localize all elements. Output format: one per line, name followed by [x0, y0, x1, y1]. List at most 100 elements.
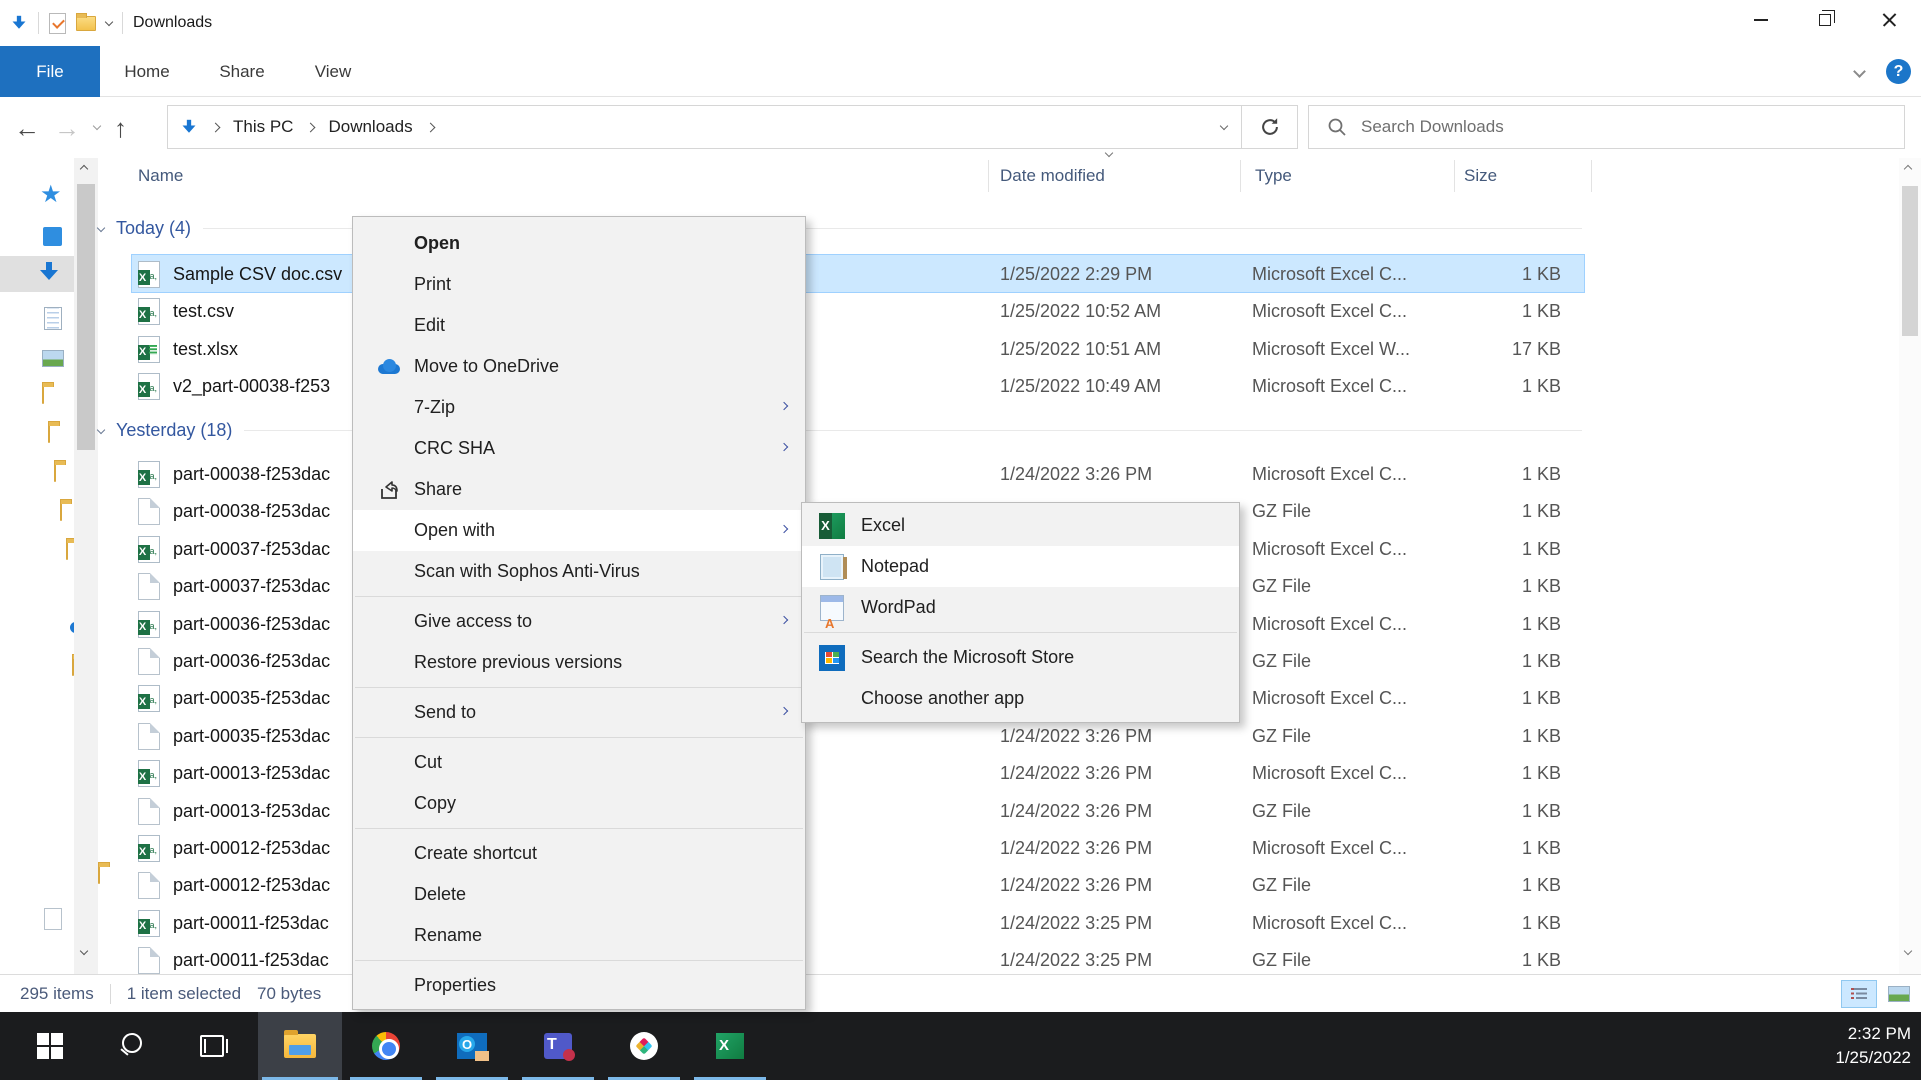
menu-item-open[interactable]: Open — [353, 223, 805, 264]
file-row[interactable]: part-00012-f253dac1/24/2022 3:26 PMGZ Fi… — [98, 867, 1588, 904]
submenu-item-search-the-microsoft-store[interactable]: Search the Microsoft Store — [802, 637, 1239, 678]
refresh-button[interactable] — [1241, 106, 1297, 148]
breadcrumb-downloads[interactable]: Downloads — [328, 117, 412, 137]
recent-locations-chevron-icon[interactable] — [93, 121, 101, 129]
column-header-name[interactable]: Name — [138, 166, 183, 186]
file-row[interactable]: Xa,v2_part-00038-f2531/25/2022 10:49 AMM… — [98, 368, 1588, 405]
menu-item-edit[interactable]: Edit — [353, 305, 805, 346]
close-button[interactable] — [1857, 0, 1921, 40]
group-header-yesterday-18[interactable]: Yesterday (18) — [98, 411, 1588, 449]
tab-home[interactable]: Home — [104, 46, 190, 97]
menu-item-crc-sha[interactable]: CRC SHA — [353, 428, 805, 469]
submenu-item-wordpad[interactable]: WordPad — [802, 587, 1239, 628]
menu-item-create-shortcut[interactable]: Create shortcut — [353, 833, 805, 874]
help-icon[interactable]: ? — [1886, 59, 1911, 84]
restore-button[interactable] — [1793, 0, 1857, 40]
menu-item-delete[interactable]: Delete — [353, 874, 805, 915]
column-divider[interactable] — [988, 160, 989, 192]
address-bar[interactable]: This PC Downloads — [167, 105, 1298, 149]
breadcrumb-this-pc[interactable]: This PC — [233, 117, 293, 137]
taskbar-task-view-button[interactable] — [172, 1012, 252, 1080]
submenu-item-notepad[interactable]: Notepad — [802, 546, 1239, 587]
scroll-up-icon[interactable] — [1904, 165, 1912, 173]
file-row[interactable]: Xa,Sample CSV doc.csv1/25/2022 2:29 PMMi… — [98, 256, 1588, 293]
menu-item-cut[interactable]: Cut — [353, 742, 805, 783]
taskbar: 2:32 PM 1/25/2022 — [0, 1012, 1921, 1080]
menu-item-label: Send to — [414, 702, 476, 722]
file-row[interactable]: Xtest.xlsx1/25/2022 10:51 AMMicrosoft Ex… — [98, 331, 1588, 368]
scroll-up-icon[interactable] — [80, 165, 88, 173]
taskbar-search-button[interactable] — [92, 1012, 172, 1080]
submenu-item-excel[interactable]: Excel — [802, 505, 1239, 546]
taskbar-outlook-button[interactable] — [432, 1012, 512, 1080]
menu-item-copy[interactable]: Copy — [353, 783, 805, 824]
forward-button[interactable]: → — [54, 115, 80, 141]
tab-file[interactable]: File — [0, 46, 100, 97]
downloads-folder-icon — [183, 120, 196, 134]
menu-item-print[interactable]: Print — [353, 264, 805, 305]
taskbar-file-explorer-button[interactable] — [258, 1012, 342, 1080]
submenu-arrow-icon — [780, 402, 788, 410]
taskbar-teams-button[interactable] — [518, 1012, 598, 1080]
large-icons-view-button[interactable] — [1881, 980, 1917, 1008]
details-view-button[interactable] — [1841, 980, 1877, 1008]
filetype-mark: a, — [149, 845, 157, 855]
breadcrumb-chevron-icon[interactable] — [211, 122, 221, 132]
search-box[interactable]: Search Downloads — [1308, 105, 1905, 149]
menu-item-move-to-onedrive[interactable]: Move to OneDrive — [353, 346, 805, 387]
taskbar-clock[interactable]: 2:32 PM 1/25/2022 — [1835, 1012, 1911, 1080]
up-button[interactable]: ↑ — [114, 115, 127, 141]
column-header-size[interactable]: Size — [1464, 166, 1497, 186]
filetype-mark — [149, 345, 157, 355]
expand-ribbon-chevron-icon[interactable] — [1853, 65, 1866, 78]
taskbar-start-button[interactable] — [10, 1012, 90, 1080]
excel-badge: X — [138, 620, 150, 635]
file-row[interactable]: part-00013-f253dac1/24/2022 3:26 PMGZ Fi… — [98, 793, 1588, 830]
menu-item-scan-with-sophos-anti-virus[interactable]: Scan with Sophos Anti-Virus — [353, 551, 805, 592]
taskbar-slack-button[interactable] — [604, 1012, 684, 1080]
file-row[interactable]: Xa,test.csv1/25/2022 10:52 AMMicrosoft E… — [98, 293, 1588, 330]
submenu-item-label: Search the Microsoft Store — [861, 647, 1074, 667]
menu-item-give-access-to[interactable]: Give access to — [353, 601, 805, 642]
breadcrumb-chevron-icon[interactable] — [425, 122, 435, 132]
file-name: part-00012-f253dac — [173, 838, 330, 859]
customize-toolbar-chevron-icon[interactable] — [105, 17, 113, 25]
menu-item-send-to[interactable]: Send to — [353, 692, 805, 733]
taskbar-excel-button[interactable] — [690, 1012, 770, 1080]
menu-item-7-zip[interactable]: 7-Zip — [353, 387, 805, 428]
menu-item-rename[interactable]: Rename — [353, 915, 805, 956]
menu-item-restore-previous-versions[interactable]: Restore previous versions — [353, 642, 805, 683]
column-divider[interactable] — [1591, 160, 1592, 192]
minimize-button[interactable] — [1729, 0, 1793, 40]
submenu-item-choose-another-app[interactable]: Choose another app — [802, 678, 1239, 719]
tab-view[interactable]: View — [290, 46, 376, 97]
tab-share[interactable]: Share — [199, 46, 285, 97]
file-list-scrollbar[interactable] — [1899, 158, 1921, 974]
search-icon — [1327, 117, 1347, 137]
column-divider[interactable] — [1454, 160, 1455, 192]
scrollbar-thumb[interactable] — [1902, 186, 1918, 336]
file-row[interactable]: Xa,part-00013-f253dac1/24/2022 3:26 PMMi… — [98, 755, 1588, 792]
outlook-icon — [457, 1033, 487, 1059]
menu-item-properties[interactable]: Properties — [353, 965, 805, 1006]
column-header-type[interactable]: Type — [1255, 166, 1292, 186]
menu-item-open-with[interactable]: Open with — [353, 510, 805, 551]
file-row[interactable]: Xa,part-00011-f253dac1/24/2022 3:25 PMMi… — [98, 905, 1588, 942]
scroll-down-icon[interactable] — [1904, 947, 1912, 955]
file-row[interactable]: part-00035-f253dac1/24/2022 3:26 PMGZ Fi… — [98, 718, 1588, 755]
column-divider[interactable] — [1240, 160, 1241, 192]
group-collapse-chevron-icon[interactable] — [97, 224, 105, 232]
file-row[interactable]: Xa,part-00038-f253dac1/24/2022 3:26 PMMi… — [98, 456, 1588, 493]
breadcrumb-chevron-icon[interactable] — [306, 122, 316, 132]
column-header-date-modified[interactable]: Date modified — [1000, 166, 1105, 186]
file-icon — [138, 498, 160, 525]
taskbar-chrome-button[interactable] — [346, 1012, 426, 1080]
back-button[interactable]: ← — [14, 115, 40, 141]
group-collapse-chevron-icon[interactable] — [97, 426, 105, 434]
properties-shortcut-icon[interactable] — [49, 13, 66, 34]
menu-item-share[interactable]: Share — [353, 469, 805, 510]
file-row[interactable]: Xa,part-00012-f253dac1/24/2022 3:26 PMMi… — [98, 830, 1588, 867]
group-header-today-4[interactable]: Today (4) — [98, 209, 1588, 247]
new-folder-shortcut-icon[interactable] — [76, 16, 96, 31]
search-placeholder: Search Downloads — [1361, 117, 1504, 137]
